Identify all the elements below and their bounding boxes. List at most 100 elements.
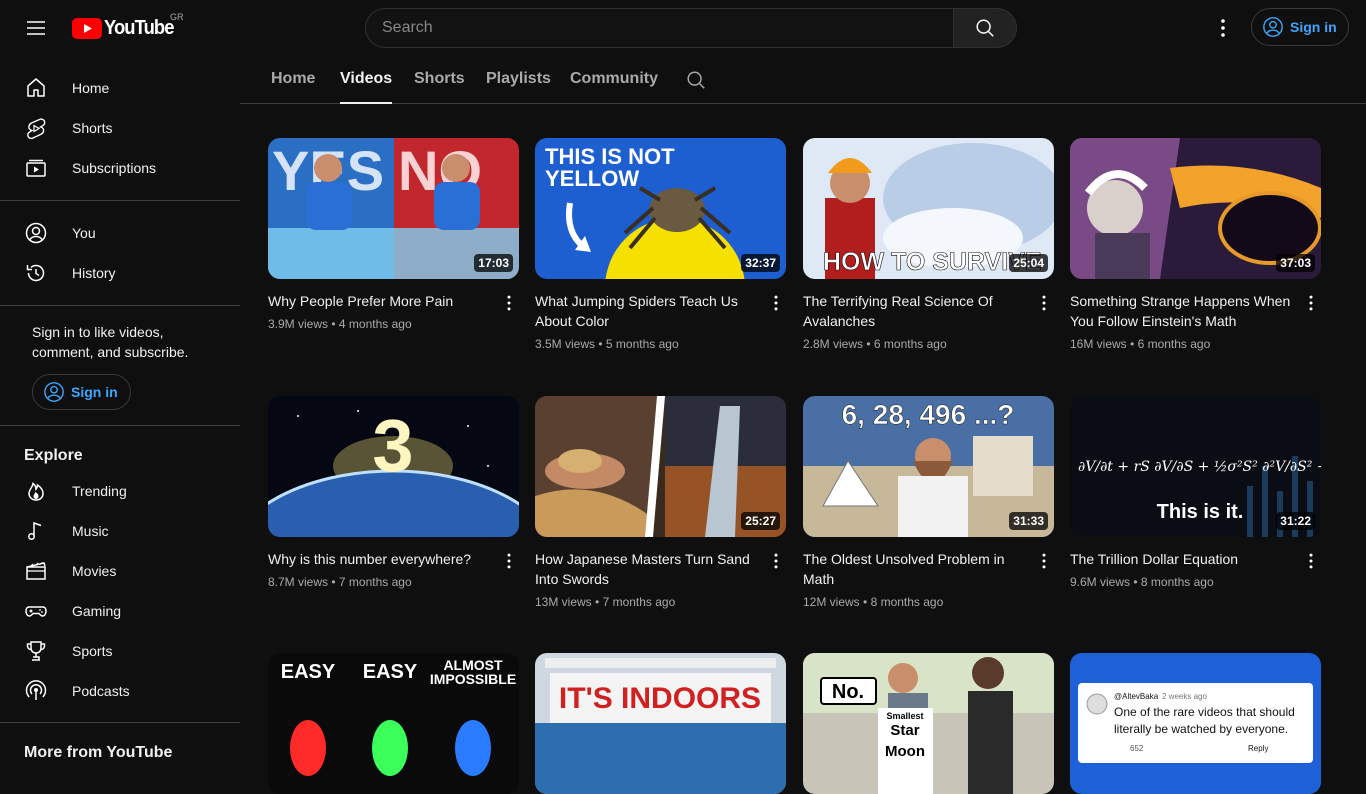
menu-button[interactable] <box>16 8 56 48</box>
search-input[interactable] <box>365 8 953 48</box>
sidebar-item-label: You <box>72 225 96 241</box>
video-card[interactable]: 6, 28, 496 ...? 31:33 The Oldest Unsolve… <box>803 396 1054 609</box>
tab-community[interactable]: Community <box>570 70 658 104</box>
sidebar-item-shorts[interactable]: Shorts <box>12 108 228 148</box>
video-card[interactable]: EASY EASY ALMOST IMPOSSIBLE <box>268 653 519 794</box>
sidebar-item-podcasts[interactable]: Podcasts <box>12 671 228 711</box>
search-icon <box>687 71 705 89</box>
sidebar-item-music[interactable]: Music <box>12 511 228 551</box>
video-meta: How Japanese Masters Turn Sand Into Swor… <box>535 549 786 609</box>
video-menu-button[interactable] <box>1032 291 1056 315</box>
sidebar-item-label: Sports <box>72 643 113 659</box>
thumb-sign-1: Smallest <box>886 711 923 721</box>
tab-home[interactable]: Home <box>271 70 315 104</box>
sign-in-promo-text: Sign in to like videos, comment, and sub… <box>32 324 189 360</box>
video-title[interactable]: The Oldest Unsolved Problem in Math <box>803 549 1026 589</box>
video-thumbnail[interactable]: 3 <box>268 396 519 537</box>
sidebar-item-label: Podcasts <box>72 683 130 699</box>
video-thumbnail[interactable]: HOW TO SURVIVE 25:04 <box>803 138 1054 279</box>
thumbnail-image: @AltevBaka 2 weeks ago One of the rare v… <box>1070 653 1321 794</box>
sidebar-item-you[interactable]: You <box>12 213 228 253</box>
more-vert-icon <box>1309 553 1313 569</box>
sidebar: Home Shorts Subscriptions You History Si… <box>0 56 240 768</box>
search-button[interactable] <box>953 8 1017 48</box>
video-thumbnail[interactable]: No. Smallest Star Moon <box>803 653 1054 794</box>
video-duration: 32:37 <box>741 254 780 272</box>
video-card[interactable]: YES NO 17:03 Why People Prefer More Pain… <box>268 138 519 331</box>
video-title[interactable]: The Terrifying Real Science Of Avalanche… <box>803 291 1026 331</box>
video-thumbnail[interactable]: 25:27 <box>535 396 786 537</box>
video-card[interactable]: THIS IS NOT YELLOW 32:37 What Jumping Sp… <box>535 138 786 351</box>
trending-icon <box>24 479 48 503</box>
video-card[interactable]: IT'S INDOORS <box>535 653 786 794</box>
tab-playlists[interactable]: Playlists <box>486 70 551 104</box>
thumb-equation: ∂V/∂t + rS ∂V/∂S + ½σ²S² ∂²V/∂S² − rV = … <box>1078 459 1321 475</box>
video-thumbnail[interactable]: YES NO 17:03 <box>268 138 519 279</box>
video-card[interactable]: 25:27 How Japanese Masters Turn Sand Int… <box>535 396 786 609</box>
channel-search-button[interactable] <box>685 69 707 91</box>
video-menu-button[interactable] <box>764 291 788 315</box>
top-bar: YouTube GR Sign in <box>0 0 1366 56</box>
sidebar-item-history[interactable]: History <box>12 253 228 293</box>
video-menu-button[interactable] <box>497 291 521 315</box>
video-title[interactable]: Why is this number everywhere? <box>268 549 491 569</box>
video-card[interactable]: @AltevBaka 2 weeks ago One of the rare v… <box>1070 653 1321 794</box>
sidebar-item-sports[interactable]: Sports <box>12 631 228 671</box>
sign-in-button[interactable]: Sign in <box>1251 8 1349 46</box>
video-duration: 17:03 <box>474 254 513 272</box>
subscriptions-icon <box>24 156 48 180</box>
video-menu-button[interactable] <box>497 549 521 573</box>
tab-videos[interactable]: Videos <box>340 70 393 104</box>
video-thumbnail[interactable]: EASY EASY ALMOST IMPOSSIBLE <box>268 653 519 794</box>
video-thumbnail[interactable]: THIS IS NOT YELLOW 32:37 <box>535 138 786 279</box>
upload-age: 8 months ago <box>1140 575 1214 589</box>
video-card[interactable]: 3 Why is this number everywhere? 8.7M vi… <box>268 396 519 589</box>
sidebar-item-subscriptions[interactable]: Subscriptions <box>12 148 228 188</box>
video-meta: The Oldest Unsolved Problem in Math 12M … <box>803 549 1054 609</box>
video-title[interactable]: The Trillion Dollar Equation <box>1070 549 1293 569</box>
more-vert-icon <box>774 295 778 311</box>
upload-age: 6 months ago <box>873 337 947 351</box>
video-menu-button[interactable] <box>1299 549 1323 573</box>
video-title[interactable]: How Japanese Masters Turn Sand Into Swor… <box>535 549 758 589</box>
video-card[interactable]: HOW TO SURVIVE 25:04 The Terrifying Real… <box>803 138 1054 351</box>
sidebar-item-trending[interactable]: Trending <box>12 471 228 511</box>
video-duration: 25:04 <box>1009 254 1048 272</box>
video-duration: 37:03 <box>1276 254 1315 272</box>
sidebar-item-gaming[interactable]: Gaming <box>12 591 228 631</box>
video-thumbnail[interactable]: ∂V/∂t + rS ∂V/∂S + ½σ²S² ∂²V/∂S² − rV = … <box>1070 396 1321 537</box>
upload-age: 8 months ago <box>870 595 944 609</box>
video-title[interactable]: What Jumping Spiders Teach Us About Colo… <box>535 291 758 331</box>
sidebar-sign-in-button[interactable]: Sign in <box>32 374 131 410</box>
youtube-logo[interactable]: YouTube <box>72 15 180 41</box>
video-thumbnail[interactable]: IT'S INDOORS <box>535 653 786 794</box>
settings-more-button[interactable] <box>1203 8 1243 48</box>
view-count: 13M views <box>535 595 592 609</box>
video-meta: Something Strange Happens When You Follo… <box>1070 291 1321 351</box>
thumb-comment-line1: One of the rare videos that should <box>1114 705 1295 719</box>
upload-age: 5 months ago <box>605 337 679 351</box>
video-card[interactable]: No. Smallest Star Moon <box>803 653 1054 794</box>
thumb-sign-3: Moon <box>885 743 925 760</box>
video-menu-button[interactable] <box>1299 291 1323 315</box>
video-menu-button[interactable] <box>764 549 788 573</box>
video-thumbnail[interactable]: 6, 28, 496 ...? 31:33 <box>803 396 1054 537</box>
sidebar-item-label: Movies <box>72 563 117 579</box>
music-icon <box>24 519 48 543</box>
video-menu-button[interactable] <box>1032 549 1056 573</box>
video-thumbnail[interactable]: @AltevBaka 2 weeks ago One of the rare v… <box>1070 653 1321 794</box>
explore-heading: Explore <box>24 447 83 464</box>
video-card[interactable]: 37:03 Something Strange Happens When You… <box>1070 138 1321 351</box>
thumb-text: 3 <box>372 404 413 487</box>
sidebar-item-label: Gaming <box>72 603 122 619</box>
view-count: 8.7M views <box>268 575 329 589</box>
sidebar-item-home[interactable]: Home <box>12 68 228 108</box>
video-title[interactable]: Why People Prefer More Pain <box>268 291 491 311</box>
video-thumbnail[interactable]: 37:03 <box>1070 138 1321 279</box>
video-card[interactable]: ∂V/∂t + rS ∂V/∂S + ½σ²S² ∂²V/∂S² − rV = … <box>1070 396 1321 589</box>
more-vert-icon <box>1042 553 1046 569</box>
tab-shorts[interactable]: Shorts <box>414 70 465 104</box>
sidebar-item-movies[interactable]: Movies <box>12 551 228 591</box>
video-duration: 31:22 <box>1276 512 1315 530</box>
video-title[interactable]: Something Strange Happens When You Follo… <box>1070 291 1293 331</box>
